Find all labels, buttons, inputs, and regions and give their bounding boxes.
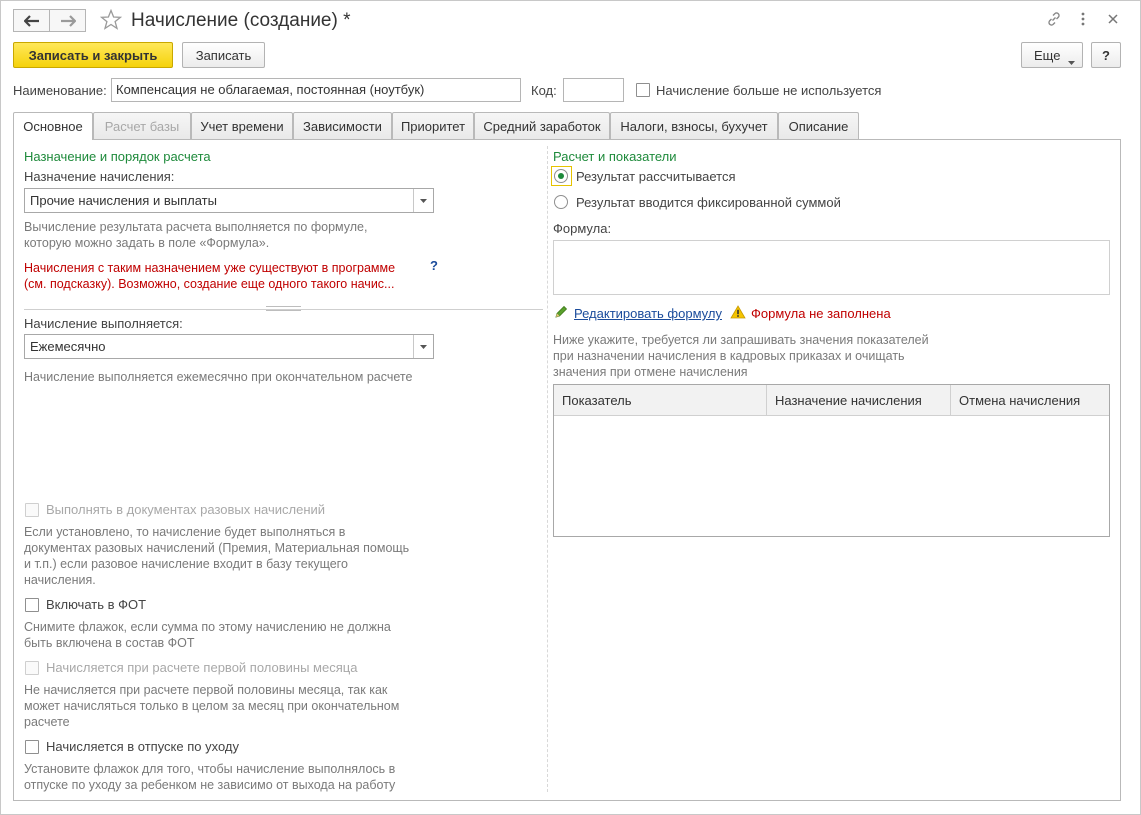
warning-help-link[interactable]: ? [430, 258, 438, 273]
purpose-hint-line1: Вычисление результата расчета выполняетс… [24, 220, 368, 234]
forward-button[interactable] [49, 9, 86, 32]
radio-calculated[interactable] [554, 169, 568, 183]
help-button[interactable]: ? [1091, 42, 1121, 68]
more-vertical-icon[interactable] [1074, 10, 1092, 28]
one-time-hint-line1: Если установлено, то начисление будет вы… [24, 525, 346, 539]
radio-fixed-sum-label: Результат вводится фиксированной суммой [576, 195, 841, 210]
link-icon[interactable] [1045, 10, 1063, 28]
indicators-hint-line3: значения при отмене начисления [553, 365, 748, 379]
first-half-label: Начисляется при расчете первой половины … [46, 660, 358, 675]
tab-description[interactable]: Описание [778, 112, 859, 139]
column-divider [547, 146, 548, 792]
fot-hint-line2: быть включена в состав ФОТ [24, 636, 195, 650]
purpose-warning-line1: Начисления с таким назначением уже сущес… [24, 261, 396, 275]
code-label: Код: [531, 83, 557, 98]
fot-hint-line1: Снимите флажок, если сумма по этому начи… [24, 620, 391, 634]
first-half-hint-line2: может начисляться только в целом за меся… [24, 699, 400, 713]
tab-main[interactable]: Основное [13, 112, 93, 140]
purpose-hint-line2: которую можно задать в поле «Формула». [24, 236, 270, 250]
splitter-grip-icon[interactable] [266, 306, 301, 311]
purpose-select-value: Прочие начисления и выплаты [30, 193, 217, 208]
first-half-hint-line1: Не начисляется при расчете первой полови… [24, 683, 388, 697]
arrow-left-icon [23, 14, 39, 27]
purpose-select[interactable]: Прочие начисления и выплаты [24, 188, 434, 213]
tab-priority[interactable]: Приоритет [392, 112, 474, 139]
one-time-hint-line4: начисления. [24, 573, 96, 587]
close-icon[interactable] [1104, 10, 1122, 28]
one-time-checkbox[interactable] [25, 503, 39, 517]
tab-average-earnings[interactable]: Средний заработок [474, 112, 610, 139]
left-group-title: Назначение и порядок расчета [24, 149, 211, 164]
column-header-assign[interactable]: Назначение начисления [766, 385, 950, 416]
parental-leave-hint-line1: Установите флажок для того, чтобы начисл… [24, 762, 396, 776]
edit-formula-link[interactable]: Редактировать формулу [574, 306, 722, 321]
column-header-cancel[interactable]: Отмена начисления [950, 385, 1109, 416]
favorite-star-icon[interactable] [99, 8, 123, 33]
formula-empty-warning: Формула не заполнена [751, 306, 891, 321]
one-time-hint-line2: документах разовых начислений (Премия, М… [24, 541, 410, 555]
radio-selected-dot [558, 173, 564, 179]
window-title: Начисление (создание) * [131, 10, 351, 31]
exec-select[interactable]: Ежемесячно [24, 334, 434, 359]
save-button[interactable]: Записать [182, 42, 265, 68]
dropdown-caret-icon[interactable] [413, 335, 433, 358]
fot-checkbox[interactable] [25, 598, 39, 612]
first-half-checkbox[interactable] [25, 661, 39, 675]
radio-fixed-sum[interactable] [554, 195, 568, 209]
first-half-hint-line3: расчете [24, 715, 70, 729]
caret-down-icon [1068, 53, 1075, 68]
save-and-close-button[interactable]: Записать и закрыть [13, 42, 173, 68]
parental-leave-hint-line2: отпуске по уходу за ребенком не зависимо… [24, 778, 396, 792]
arrow-right-icon [60, 14, 76, 27]
parental-leave-label: Начисляется в отпуске по уходу [46, 739, 240, 754]
tab-time-accounting[interactable]: Учет времени [191, 112, 293, 139]
more-menu-button[interactable]: Еще [1021, 42, 1083, 68]
parental-leave-checkbox[interactable] [25, 740, 39, 754]
right-group-title: Расчет и показатели [553, 149, 677, 164]
exec-hint: Начисление выполняется ежемесячно при ок… [24, 370, 413, 384]
pencil-icon [554, 305, 568, 322]
purpose-label: Назначение начисления: [24, 169, 175, 184]
exec-select-value: Ежемесячно [30, 339, 106, 354]
dropdown-caret-icon[interactable] [413, 189, 433, 212]
back-button[interactable] [13, 9, 50, 32]
unused-label: Начисление больше не используется [656, 83, 882, 98]
fot-label: Включать в ФОТ [46, 597, 147, 612]
indicators-hint-line1: Ниже укажите, требуется ли запрашивать з… [553, 333, 929, 347]
unused-checkbox[interactable] [636, 83, 650, 97]
one-time-hint-line3: и т.п.) если разовое начисление входит в… [24, 557, 348, 571]
radio-calculated-label: Результат рассчитывается [576, 169, 736, 184]
tab-dependencies[interactable]: Зависимости [293, 112, 392, 139]
purpose-warning-line2[interactable]: (см. подсказку). Возможно, создание еще … [24, 276, 394, 292]
tab-taxes[interactable]: Налоги, взносы, бухучет [610, 112, 778, 139]
formula-label: Формула: [553, 221, 612, 236]
formula-textarea[interactable] [553, 240, 1110, 295]
name-input[interactable]: Компенсация не облагаемая, постоянная (н… [111, 78, 521, 102]
one-time-label: Выполнять в документах разовых начислени… [46, 502, 326, 517]
indicators-hint-line2: при назначении начисления в кадровых при… [553, 349, 905, 363]
code-input[interactable] [563, 78, 624, 102]
exec-label: Начисление выполняется: [24, 316, 183, 331]
indicators-table[interactable]: Показатель Назначение начисления Отмена … [553, 384, 1110, 537]
name-label: Наименование: [13, 83, 107, 98]
more-menu-label: Еще [1034, 47, 1061, 63]
tab-base-calc[interactable]: Расчет базы [93, 112, 191, 139]
column-header-indicator[interactable]: Показатель [554, 385, 766, 416]
warning-triangle-icon [730, 305, 746, 322]
